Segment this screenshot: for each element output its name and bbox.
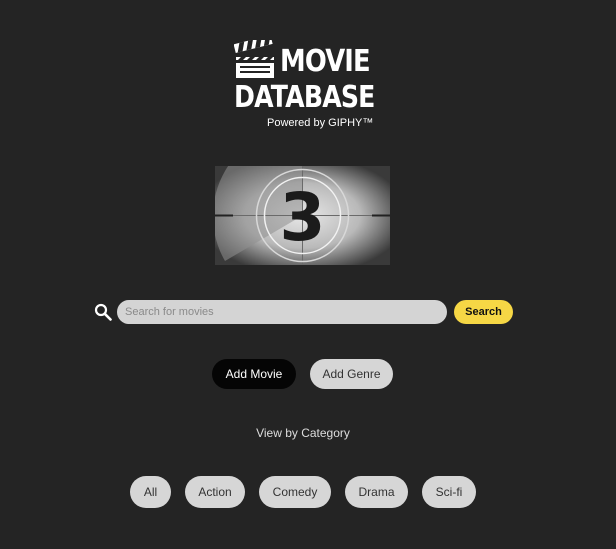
clapperboard-icon [234, 40, 274, 78]
countdown-animation: 3 [215, 166, 390, 265]
add-genre-button[interactable]: Add Genre [310, 359, 393, 389]
page: MOVIE DATABASE Powered by GIPHY™ 3 Searc… [0, 0, 616, 549]
category-comedy-button[interactable]: Comedy [259, 476, 331, 508]
add-movie-button[interactable]: Add Movie [212, 359, 296, 389]
search-icon[interactable] [94, 303, 112, 321]
view-by-category-label: View by Category [256, 426, 350, 440]
app-logo: MOVIE DATABASE Powered by GIPHY™ [234, 40, 375, 132]
category-all-button[interactable]: All [130, 476, 171, 508]
search-button[interactable]: Search [454, 300, 513, 324]
logo-title-line2: DATABASE [234, 80, 375, 115]
search-input[interactable] [117, 300, 447, 324]
powered-by-text: Powered by GIPHY™ [267, 117, 374, 129]
category-action-button[interactable]: Action [185, 476, 245, 508]
category-drama-button[interactable]: Drama [345, 476, 408, 508]
countdown-number: 3 [280, 179, 326, 256]
logo-title-line1: MOVIE [280, 44, 371, 79]
category-scifi-button[interactable]: Sci-fi [422, 476, 476, 508]
